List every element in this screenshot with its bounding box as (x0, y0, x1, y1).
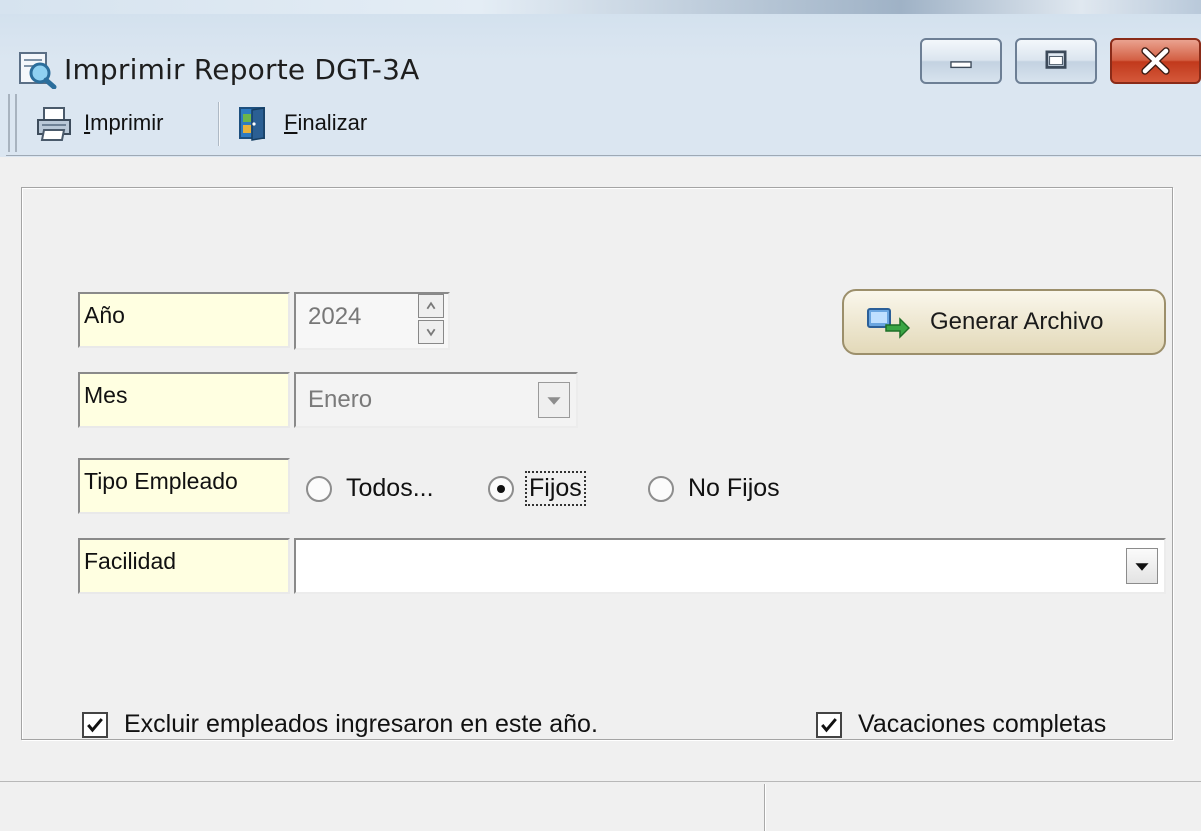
printer-icon (37, 107, 71, 141)
month-value: Enero (308, 386, 373, 413)
toolbar-separator (218, 102, 220, 146)
exclude-checkbox-box[interactable] (82, 711, 108, 738)
chevron-down-icon (547, 397, 561, 405)
chevron-down-icon (1135, 563, 1149, 571)
month-dropdown-button[interactable] (538, 382, 570, 418)
print-preview-icon (19, 52, 57, 89)
checkmark-icon (87, 717, 103, 732)
vacations-checkbox-label: Vacaciones completas (858, 710, 1107, 738)
year-up-button[interactable] (418, 294, 444, 318)
vacations-checkbox-box[interactable] (816, 711, 842, 738)
export-arrow-icon (867, 308, 910, 339)
month-select[interactable]: Enero (294, 372, 578, 428)
desktop-strip (0, 0, 1201, 14)
arrow-up-icon (426, 301, 436, 310)
toolbar-grip[interactable] (8, 94, 17, 152)
exit-door-icon (239, 107, 265, 141)
radio-no-fijos-label: No Fijos (688, 474, 780, 502)
app-window: Imprimir Reporte DGT-3A Imprimir Finaliz… (0, 0, 1201, 831)
close-button[interactable] (1110, 38, 1201, 84)
minimize-button[interactable] (920, 38, 1002, 84)
full-vacations-checkbox[interactable]: Vacaciones completas (816, 710, 1106, 739)
form-body: Año 2024 Generar Archivo Mes Enero Tipo … (0, 157, 1201, 831)
generate-file-label: Generar Archivo (930, 308, 1104, 335)
employee-type-label: Tipo Empleado (78, 458, 290, 514)
year-label: Año (78, 292, 290, 348)
radio-fijos-circle[interactable] (488, 475, 514, 502)
finish-button[interactable]: Finalizar (234, 96, 367, 150)
year-down-button[interactable] (418, 320, 444, 344)
generate-file-button[interactable]: Generar Archivo (842, 289, 1166, 355)
maximize-icon (1045, 50, 1067, 69)
radio-fijos[interactable]: Fijos (488, 471, 586, 506)
facility-select[interactable] (294, 538, 1166, 594)
radio-no-fijos-circle[interactable] (648, 475, 674, 502)
radio-todos[interactable]: Todos... (306, 474, 434, 503)
radio-no-fijos[interactable]: No Fijos (648, 474, 780, 503)
options-group: Año 2024 Generar Archivo Mes Enero Tipo … (21, 187, 1173, 740)
month-label: Mes (78, 372, 290, 428)
arrow-down-icon (426, 328, 436, 337)
year-spinner-buttons (418, 294, 446, 348)
finish-label: Finalizar (284, 110, 368, 135)
facility-dropdown-button[interactable] (1126, 548, 1158, 584)
print-button[interactable]: Imprimir (34, 96, 163, 150)
maximize-button[interactable] (1015, 38, 1097, 84)
status-bar (0, 781, 1201, 831)
minimize-icon (950, 61, 972, 69)
checkmark-icon (821, 717, 837, 732)
radio-todos-label: Todos... (346, 474, 434, 502)
radio-fijos-label: Fijos (525, 471, 586, 506)
exclude-new-employees-checkbox[interactable]: Excluir empleados ingresaron en este año… (82, 710, 598, 739)
facility-label: Facilidad (78, 538, 290, 594)
print-label: Imprimir (84, 110, 164, 135)
radio-todos-circle[interactable] (306, 475, 332, 502)
toolbar: Imprimir Finalizar (6, 86, 1201, 156)
window-title: Imprimir Reporte DGT-3A (64, 53, 420, 86)
status-separator (764, 784, 766, 831)
exclude-checkbox-label: Excluir empleados ingresaron en este año… (124, 710, 598, 738)
close-icon (1141, 47, 1170, 75)
